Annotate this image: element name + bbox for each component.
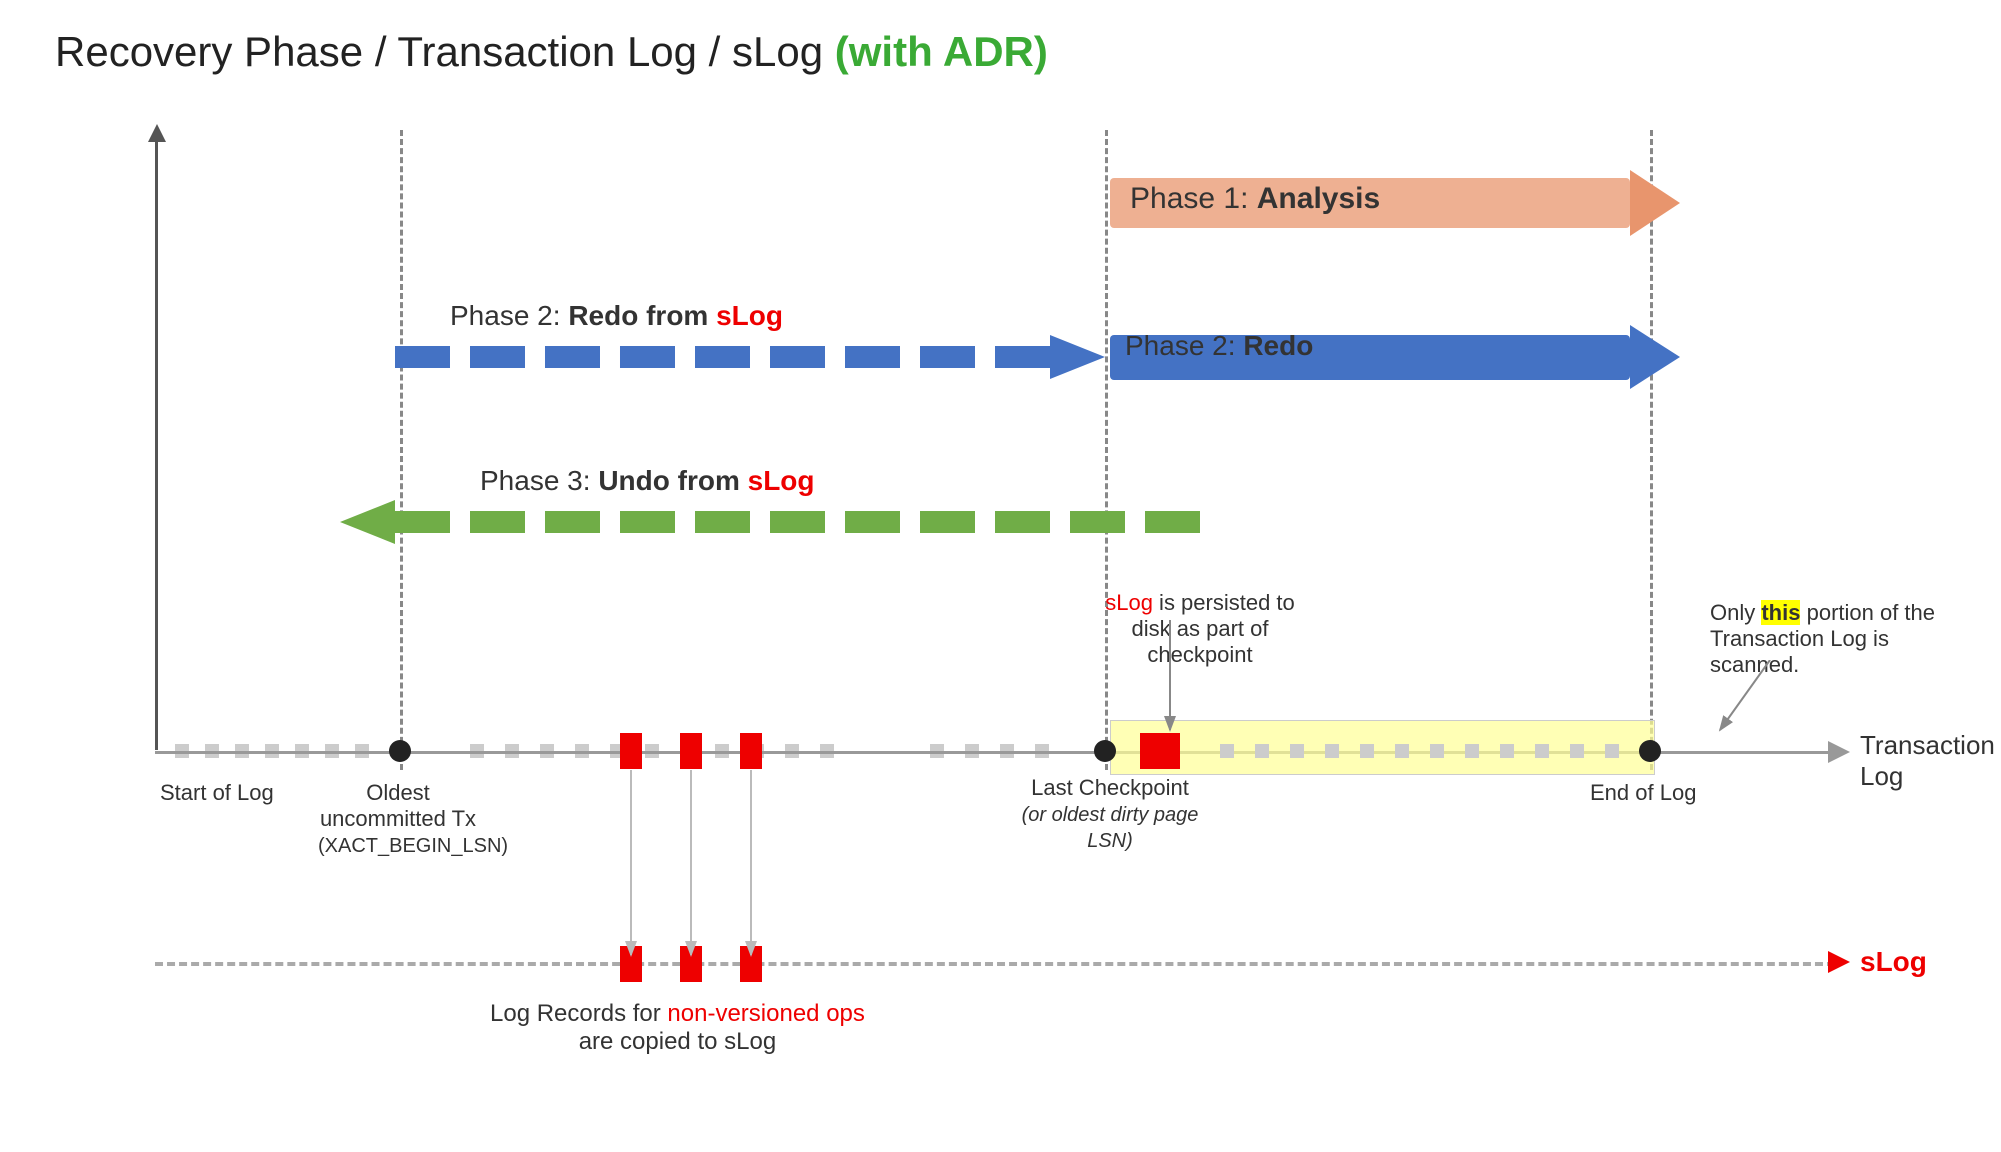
red-record-arrows — [600, 770, 780, 970]
phase2-slog-arrow — [395, 325, 1105, 390]
slog-persisted-arrow — [1155, 620, 1185, 740]
log-record — [1500, 744, 1514, 758]
log-record — [1360, 744, 1374, 758]
end-of-log-label: End of Log — [1590, 780, 1696, 806]
vline-2 — [1105, 130, 1108, 770]
phase2-slog-label: Phase 2: Redo from sLog — [450, 300, 783, 332]
phase2-redo-label: Phase 2: Redo — [1125, 330, 1313, 362]
page-title: Recovery Phase / Transaction Log / sLog … — [55, 28, 1048, 76]
last-checkpoint-label: Last Checkpoint (or oldest dirty page LS… — [1010, 775, 1210, 853]
red-record-1 — [620, 733, 642, 769]
log-record — [1430, 744, 1444, 758]
transaction-log-label: Transaction Log — [1860, 730, 2001, 792]
phase3-slog-label: Phase 3: Undo from sLog — [480, 465, 815, 497]
dot-oldest-uncommitted — [389, 740, 411, 762]
log-record — [1605, 744, 1619, 758]
log-record — [1570, 744, 1584, 758]
log-records-label: Log Records for non-versioned ops are co… — [490, 1000, 865, 1056]
log-record — [1325, 744, 1339, 758]
timeline-arrow — [1828, 741, 1850, 763]
slog-persisted-label: sLog is persisted todisk as part ofcheck… — [1095, 590, 1305, 668]
diagram: { "title": { "part1": "Recovery Phase / … — [0, 0, 2001, 1152]
only-this-arrow — [1700, 660, 1780, 740]
phase1-label: Phase 1: Analysis — [1130, 182, 1380, 216]
start-of-log-label: Start of Log — [160, 780, 274, 806]
phase3-slog-arrow — [340, 490, 1200, 555]
title-part1: Recovery Phase / Transaction Log / sLog — [55, 28, 835, 75]
log-record — [1255, 744, 1269, 758]
title-part2: (with ADR) — [835, 28, 1048, 75]
slog-dashed-line — [155, 962, 1835, 966]
vline-1 — [400, 130, 403, 770]
slog-arrow — [1828, 951, 1850, 973]
y-axis — [155, 130, 158, 750]
log-record — [1220, 744, 1234, 758]
red-record-2 — [680, 733, 702, 769]
log-record — [1395, 744, 1409, 758]
oldest-uncommitted-label: Oldest uncommitted Tx (XACT_BEGIN_LSN) — [318, 780, 478, 858]
log-record — [1535, 744, 1549, 758]
dot-last-checkpoint — [1094, 740, 1116, 762]
log-record — [1290, 744, 1304, 758]
dot-end-of-log — [1639, 740, 1661, 762]
red-record-3 — [740, 733, 762, 769]
slog-label: sLog — [1860, 946, 1927, 978]
log-record — [1465, 744, 1479, 758]
